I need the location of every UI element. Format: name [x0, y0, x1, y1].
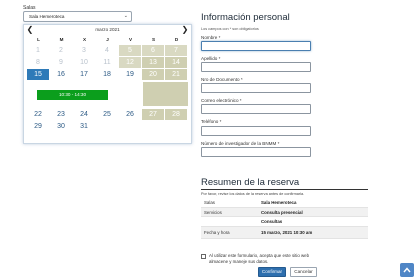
unavailable-strip [143, 82, 188, 106]
calendar-month-title: marzo 2021 [95, 27, 120, 32]
researcher-number-label: Número de investigador de la BNMM * [201, 141, 280, 146]
salas-selected-value: Sala Hemeroteca [29, 14, 65, 19]
consent-text: Al utilizar este formulario, acepta que … [209, 253, 310, 264]
weekday-label: J [106, 37, 109, 42]
summary-key: Fecha y hora [204, 229, 230, 235]
calendar-day: 11 [103, 59, 111, 66]
calendar-day: 1 [36, 47, 40, 54]
researcher-number-input[interactable] [201, 147, 311, 157]
weekday-label: S [151, 37, 156, 42]
calendar-week-row: 22 23 24 25 26 27 28 [27, 109, 188, 120]
calendar-day[interactable]: 26 [119, 109, 141, 120]
chevron-right-icon[interactable]: ❯ [181, 25, 189, 35]
time-slot-button[interactable]: 10:30 - 14:30 [37, 90, 108, 100]
calendar-day[interactable]: 24 [73, 109, 95, 120]
calendar-day[interactable]: 30 [50, 121, 72, 132]
calendar-day: 10 [80, 59, 88, 66]
calendar-day: 6 [142, 45, 164, 56]
summary-key: Servicios [204, 209, 222, 215]
calendar-day[interactable]: 19 [119, 69, 141, 80]
time-slot-panel: 10:30 - 14:30 [27, 82, 188, 106]
calendar-day[interactable]: 31 [73, 121, 95, 132]
first-name-input[interactable] [201, 41, 311, 51]
consent-checkbox[interactable] [201, 254, 206, 259]
summary-row: Fecha y hora 15 marzo, 2021 10:30 am [201, 226, 368, 239]
calendar-day: 4 [105, 47, 109, 54]
email-input[interactable] [201, 104, 311, 114]
arrow-up-icon [403, 267, 411, 273]
summary-row: Salas Sala Hemeroteca [201, 198, 368, 208]
scroll-to-top-button[interactable] [400, 263, 414, 277]
phone-input[interactable] [201, 126, 311, 136]
calendar-day: 8 [36, 59, 40, 66]
calendar-day[interactable]: 25 [96, 109, 118, 120]
first-name-label: Nombre * [201, 35, 221, 40]
calendar-day: 9 [59, 59, 63, 66]
calendar-week-row: 1 2 3 4 5 6 7 [27, 45, 188, 56]
calendar-day[interactable]: 29 [27, 121, 49, 132]
calendar-day[interactable]: 18 [96, 69, 118, 80]
calendar-day: 3 [82, 47, 86, 54]
phone-label: Teléfono * [201, 119, 222, 124]
personal-info-heading: Información personal [201, 12, 290, 23]
salas-select[interactable]: Sala Hemeroteca ⌄ [23, 11, 132, 22]
summary-key [201, 217, 261, 226]
summary-value: 15 marzo, 2021 10:30 am [261, 229, 313, 235]
document-number-label: Nro de Documento * [201, 77, 243, 82]
calendar-week-row: 15 16 17 18 19 20 21 [27, 69, 188, 80]
calendar-day: 5 [119, 45, 141, 56]
calendar-day: 28 [165, 109, 187, 120]
summary-note: Por favor, revise los datos de la reserv… [201, 192, 305, 196]
booking-summary-heading: Resumen de la reserva [201, 177, 300, 188]
calendar-day: 2 [59, 47, 63, 54]
summary-value: Sala Hemeroteca [261, 200, 297, 205]
summary-value: Consultas [261, 219, 283, 224]
weekday-label: X [82, 37, 87, 42]
weekday-label: D [174, 37, 179, 42]
calendar-day: 27 [142, 109, 164, 120]
calendar-day: 12 [119, 57, 141, 68]
weekday-label: L [37, 37, 40, 42]
calendar-day[interactable]: 16 [50, 69, 72, 80]
last-name-input[interactable] [201, 62, 311, 72]
summary-row: Servicios Consulta presencial [201, 207, 368, 217]
calendar-day: 13 [142, 57, 164, 68]
cancel-button[interactable]: Cancelar [290, 267, 317, 277]
summary-table: Salas Sala Hemeroteca Servicios Consulta… [201, 198, 368, 239]
calendar-day[interactable]: 23 [50, 109, 72, 120]
calendar-week-row: 29 30 31 [27, 121, 188, 132]
weekday-label: M [59, 37, 64, 42]
summary-row: Consultas [201, 217, 368, 227]
calendar-day-selected[interactable]: 15 [27, 69, 49, 80]
calendar-day: 14 [165, 57, 187, 68]
date-picker-calendar: ❮ marzo 2021 ❯ L M X J V S D 1 2 3 4 5 6… [23, 24, 192, 144]
calendar-header: ❮ marzo 2021 ❯ [24, 25, 191, 35]
last-name-label: Apellido * [201, 56, 221, 61]
summary-value: Consulta presencial [261, 209, 303, 215]
weekday-header-row: L M X J V S D [27, 37, 188, 44]
calendar-day: 7 [165, 45, 187, 56]
calendar-week-row: 8 9 10 11 12 13 14 [27, 57, 188, 68]
calendar-day[interactable]: 22 [27, 109, 49, 120]
calendar-day: 21 [165, 69, 187, 80]
calendar-day: 20 [142, 69, 164, 80]
confirm-button[interactable]: Confirmar [258, 267, 286, 277]
document-number-input[interactable] [201, 83, 311, 93]
weekday-label: V [128, 37, 133, 42]
summary-divider [201, 189, 368, 190]
required-fields-note: Los campos con * son obligatorios [201, 27, 259, 31]
calendar-day[interactable]: 17 [73, 69, 95, 80]
chevron-down-icon: ⌄ [123, 13, 128, 19]
email-label: Correo electrónico * [201, 98, 242, 103]
summary-key: Salas [204, 200, 215, 205]
